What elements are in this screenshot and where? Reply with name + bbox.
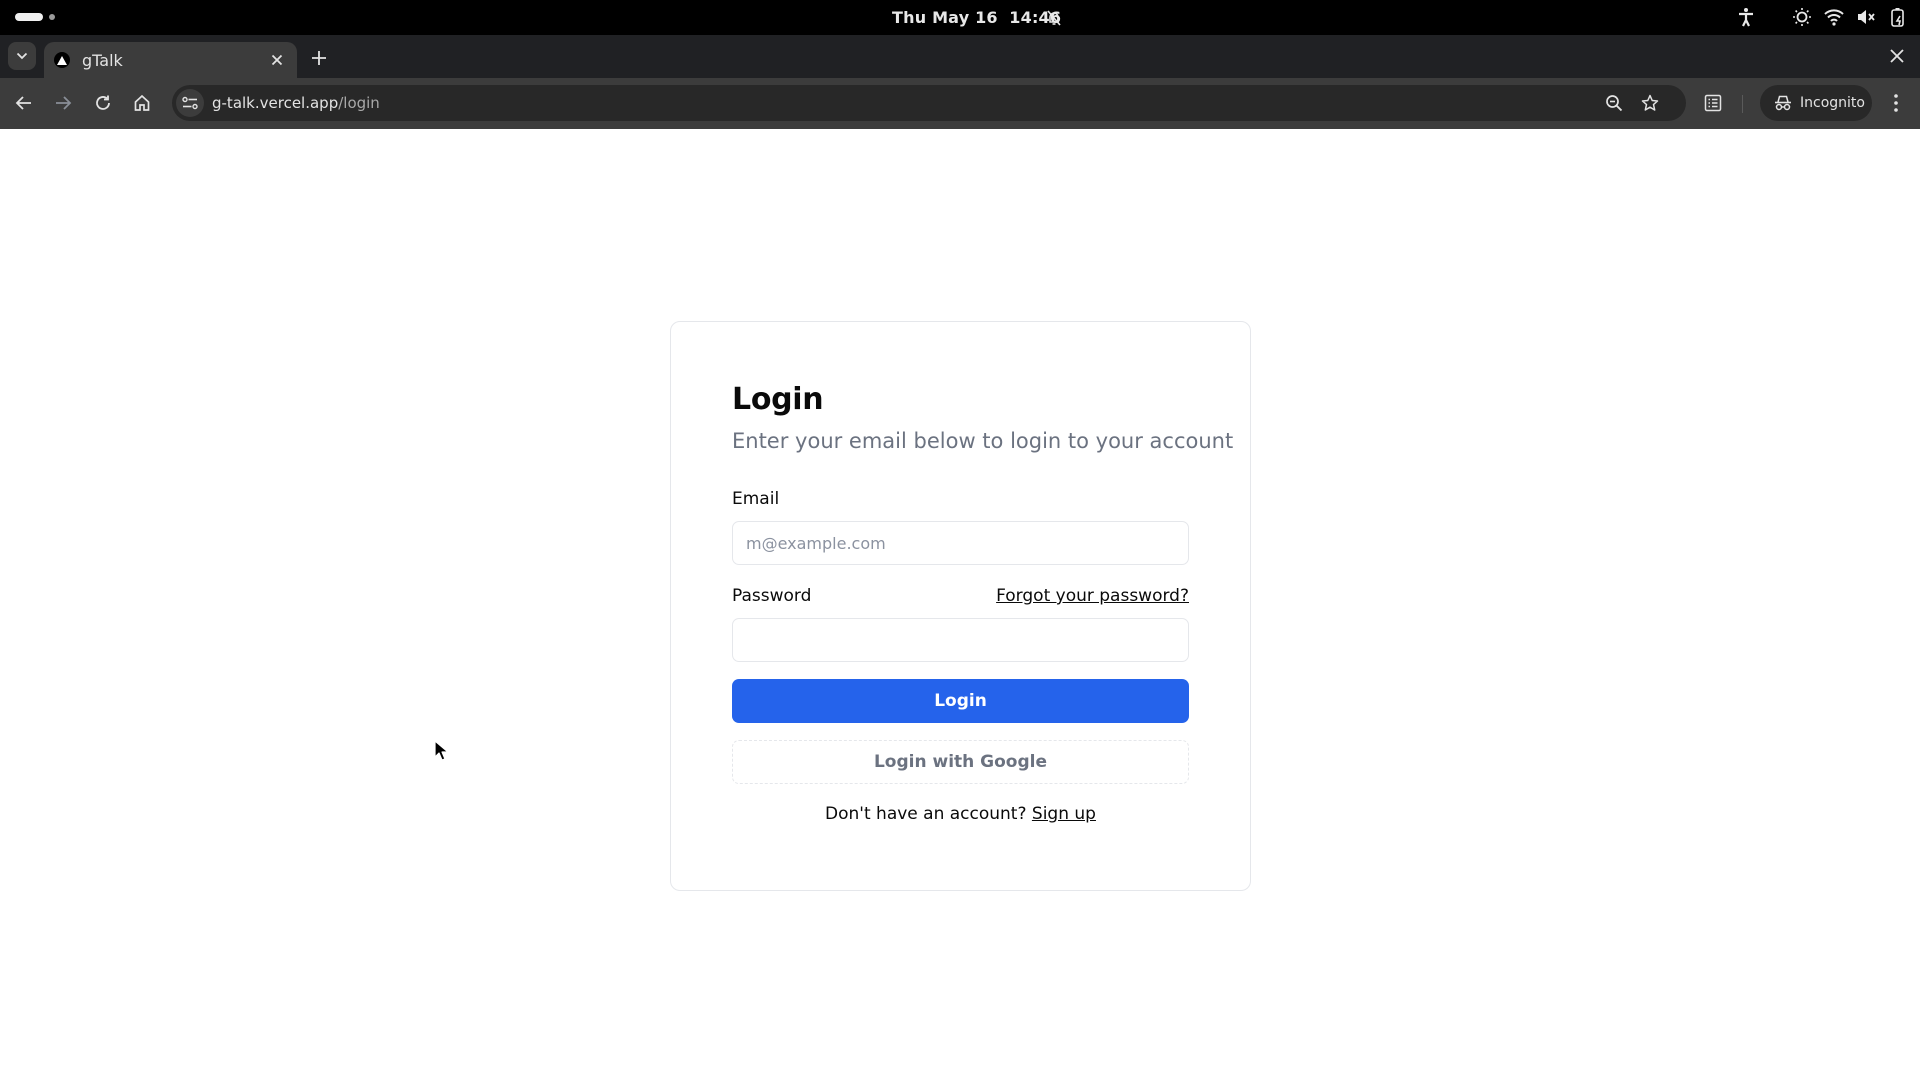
arrow-left-icon [15, 96, 31, 110]
close-icon [1890, 49, 1904, 63]
password-label: Password [732, 586, 812, 606]
accessibility-icon[interactable] [1736, 7, 1756, 27]
incognito-indicator[interactable]: Incognito [1760, 85, 1872, 121]
address-bar[interactable]: g-talk.vercel.app/login [172, 85, 1686, 121]
clock[interactable]: Thu May 16 14:46 [892, 8, 1061, 27]
system-top-bar: Thu May 16 14:46 [0, 0, 1920, 35]
url-text[interactable]: g-talk.vercel.app/login [212, 94, 380, 112]
login-button[interactable]: Login [732, 679, 1189, 723]
forward-button[interactable] [49, 89, 77, 117]
toolbar-divider [1742, 95, 1743, 113]
window-close-button[interactable] [1886, 45, 1908, 67]
system-tray[interactable] [1736, 7, 1908, 27]
tab-search-button[interactable] [8, 42, 36, 70]
volume-muted-icon[interactable] [1856, 7, 1876, 27]
site-info-button[interactable] [176, 89, 204, 117]
arrow-right-icon [56, 96, 72, 110]
workspace-active-pill [15, 13, 43, 21]
email-label: Email [732, 489, 780, 509]
zoom-out-icon[interactable] [1604, 93, 1624, 113]
email-input[interactable] [732, 521, 1189, 565]
incognito-icon [1775, 95, 1791, 111]
tab-title: gTalk [82, 50, 123, 70]
incognito-label: Incognito [1800, 95, 1865, 111]
night-light-icon[interactable] [1792, 7, 1812, 27]
mouse-cursor-icon [434, 740, 449, 761]
activities-indicator[interactable] [15, 13, 55, 21]
forgot-password-link[interactable]: Forgot your password? [996, 586, 1189, 606]
signup-link[interactable]: Sign up [1032, 804, 1096, 824]
reload-icon [96, 95, 110, 110]
plus-icon [312, 51, 326, 65]
url-path: /login [338, 94, 380, 112]
notifications-muted-icon [1044, 8, 1064, 28]
battery-charging-icon[interactable] [1888, 7, 1908, 27]
login-title: Login [732, 382, 824, 417]
home-button[interactable] [128, 89, 156, 117]
new-tab-button[interactable] [308, 47, 330, 69]
home-icon [134, 94, 150, 111]
workspace-dot [49, 14, 55, 20]
login-with-google-button[interactable]: Login with Google [732, 740, 1189, 784]
browser-menu-button[interactable] [1884, 90, 1908, 116]
url-host: g-talk.vercel.app [212, 94, 339, 112]
bookmark-star-icon[interactable] [1640, 93, 1660, 113]
page-content: Login Enter your email below to login to… [0, 129, 1920, 1080]
close-tab-icon[interactable] [267, 50, 287, 70]
tab-gtalk[interactable]: gTalk [44, 42, 297, 78]
tune-icon [182, 96, 198, 110]
login-card: Login Enter your email below to login to… [670, 321, 1251, 891]
vercel-triangle-icon [54, 52, 70, 68]
browser-toolbar: g-talk.vercel.app/login Incognito [0, 78, 1920, 129]
reading-list-icon[interactable] [1702, 92, 1724, 114]
tab-strip: gTalk [0, 35, 1920, 78]
password-input[interactable] [732, 618, 1189, 662]
signup-prompt-text: Don't have an account? [825, 804, 1027, 824]
reload-button[interactable] [89, 89, 117, 117]
back-button[interactable] [10, 89, 38, 117]
login-subtitle: Enter your email below to login to your … [732, 429, 1234, 453]
chevron-down-icon [16, 52, 28, 60]
kebab-menu-icon [1894, 94, 1898, 112]
wifi-icon[interactable] [1824, 7, 1844, 27]
signup-prompt: Don't have an account? Sign up [671, 804, 1250, 824]
